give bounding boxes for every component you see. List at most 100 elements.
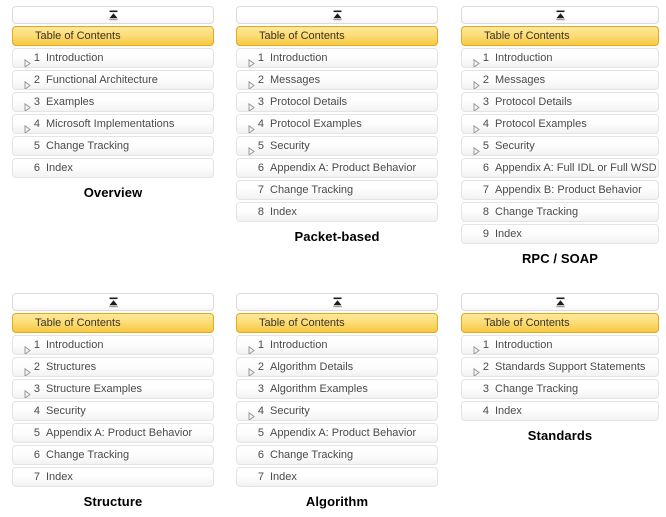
toc-item-row[interactable]: 6 Appendix A: Full IDL or Full WSDL bbox=[461, 158, 659, 178]
toc-item-row[interactable]: 3 Examples bbox=[12, 92, 214, 112]
expand-triangle-icon[interactable] bbox=[19, 77, 31, 89]
toc-item-row[interactable]: 4 Protocol Examples bbox=[236, 114, 438, 134]
toc-item-number: 3 bbox=[257, 383, 264, 395]
toc-item-row[interactable]: 7 Index bbox=[12, 467, 214, 487]
toc-item-row[interactable]: 1 Introduction bbox=[12, 335, 214, 355]
toc-item-row[interactable]: 3 Change Tracking bbox=[461, 379, 659, 399]
toc-title-row[interactable]: Table of Contents bbox=[236, 26, 438, 46]
expand-triangle-icon[interactable] bbox=[243, 121, 255, 133]
expand-triangle-icon[interactable] bbox=[243, 342, 255, 354]
toc-item-label: Structure Examples bbox=[46, 383, 142, 395]
toc-item-row[interactable]: 4 Security bbox=[236, 401, 438, 421]
expand-triangle-icon[interactable] bbox=[19, 386, 31, 398]
toc-item-row[interactable]: 4 Security bbox=[12, 401, 214, 421]
toc-item-label: Introduction bbox=[46, 52, 104, 64]
toc-item-row[interactable]: 2 Algorithm Details bbox=[236, 357, 438, 377]
expand-triangle-icon[interactable] bbox=[468, 99, 480, 111]
toc-item-row[interactable]: 5 Appendix A: Product Behavior bbox=[236, 423, 438, 443]
toc-item-row[interactable]: 9 Index bbox=[461, 224, 659, 244]
collapse-all-icon[interactable] bbox=[107, 297, 120, 308]
toc-item-number: 8 bbox=[257, 206, 264, 218]
collapse-all-icon[interactable] bbox=[331, 10, 344, 21]
toc-item-row[interactable]: 1 Introduction bbox=[236, 48, 438, 68]
expand-triangle-icon[interactable] bbox=[19, 121, 31, 133]
collapse-all-bar[interactable] bbox=[236, 6, 438, 24]
toc-item-row[interactable]: 2 Messages bbox=[461, 70, 659, 90]
toc-item-row[interactable]: 2 Structures bbox=[12, 357, 214, 377]
toc-item-label: Change Tracking bbox=[46, 140, 130, 152]
toc-panel-standards: Table of Contents 1 Introduction 2 Standards… bbox=[461, 293, 659, 443]
expand-triangle-icon[interactable] bbox=[19, 99, 31, 111]
toc-item-row[interactable]: 2 Messages bbox=[236, 70, 438, 90]
toc-item-row[interactable]: 5 Change Tracking bbox=[12, 136, 214, 156]
toc-item-label: Appendix A: Product Behavior bbox=[270, 427, 417, 439]
toc-item-row[interactable]: 2 Functional Architecture bbox=[12, 70, 214, 90]
expand-triangle-icon[interactable] bbox=[243, 408, 255, 420]
expand-triangle-icon[interactable] bbox=[19, 364, 31, 376]
collapse-all-icon[interactable] bbox=[107, 10, 120, 21]
toc-item-row[interactable]: 3 Protocol Details bbox=[461, 92, 659, 112]
toc-item-number: 2 bbox=[257, 74, 264, 86]
expand-triangle-icon[interactable] bbox=[468, 364, 480, 376]
toc-item-row[interactable]: 4 Protocol Examples bbox=[461, 114, 659, 134]
expand-triangle-icon[interactable] bbox=[19, 55, 31, 67]
expand-triangle-icon[interactable] bbox=[468, 77, 480, 89]
expand-triangle-icon[interactable] bbox=[468, 121, 480, 133]
expand-triangle-icon[interactable] bbox=[243, 364, 255, 376]
expand-triangle-icon[interactable] bbox=[468, 342, 480, 354]
toc-item-row[interactable]: 7 Appendix B: Product Behavior bbox=[461, 180, 659, 200]
collapse-all-bar[interactable] bbox=[461, 293, 659, 311]
toc-item-label: Change Tracking bbox=[270, 449, 354, 461]
toc-title-row[interactable]: Table of Contents bbox=[12, 313, 214, 333]
collapse-all-icon[interactable] bbox=[331, 297, 344, 308]
toc-title-row[interactable]: Table of Contents bbox=[236, 313, 438, 333]
toc-panel-overview: Table of Contents 1 Introduction 2 Functiona… bbox=[12, 6, 214, 200]
toc-item-row[interactable]: 4 Microsoft Implementations bbox=[12, 114, 214, 134]
toc-item-label: Introduction bbox=[270, 52, 328, 64]
toc-item-label: Security bbox=[46, 405, 86, 417]
toc-item-row[interactable]: 6 Change Tracking bbox=[12, 445, 214, 465]
expand-triangle-icon[interactable] bbox=[468, 143, 480, 155]
expand-triangle-icon[interactable] bbox=[19, 342, 31, 354]
toc-item-row[interactable]: 1 Introduction bbox=[461, 48, 659, 68]
collapse-all-bar[interactable] bbox=[12, 293, 214, 311]
toc-item-label: Appendix A: Full IDL or Full WSDL bbox=[495, 162, 656, 174]
toc-item-row[interactable]: 5 Appendix A: Product Behavior bbox=[12, 423, 214, 443]
collapse-all-icon[interactable] bbox=[554, 297, 567, 308]
toc-item-row[interactable]: 3 Structure Examples bbox=[12, 379, 214, 399]
expand-triangle-icon[interactable] bbox=[468, 55, 480, 67]
expand-triangle-icon[interactable] bbox=[243, 77, 255, 89]
toc-item-row[interactable]: 6 Change Tracking bbox=[236, 445, 438, 465]
toc-item-row[interactable]: 3 Protocol Details bbox=[236, 92, 438, 112]
toc-item-number: 6 bbox=[257, 162, 264, 174]
toc-item-row[interactable]: 7 Index bbox=[236, 467, 438, 487]
toc-item-row[interactable]: 4 Index bbox=[461, 401, 659, 421]
toc-item-number: 1 bbox=[482, 339, 489, 351]
toc-item-row[interactable]: 2 Standards Support Statements bbox=[461, 357, 659, 377]
toc-title-row[interactable]: Table of Contents bbox=[12, 26, 214, 46]
toc-item-row[interactable]: 1 Introduction bbox=[461, 335, 659, 355]
toc-title-row[interactable]: Table of Contents bbox=[461, 26, 659, 46]
expand-triangle-icon[interactable] bbox=[243, 55, 255, 67]
toc-item-row[interactable]: 3 Algorithm Examples bbox=[236, 379, 438, 399]
toc-item-row[interactable]: 5 Security bbox=[236, 136, 438, 156]
toc-item-label: Protocol Examples bbox=[495, 118, 587, 130]
collapse-all-icon[interactable] bbox=[554, 10, 567, 21]
toc-item-row[interactable]: 1 Introduction bbox=[12, 48, 214, 68]
toc-item-row[interactable]: 6 Appendix A: Product Behavior bbox=[236, 158, 438, 178]
toc-item-row[interactable]: 1 Introduction bbox=[236, 335, 438, 355]
collapse-all-bar[interactable] bbox=[12, 6, 214, 24]
expand-triangle-icon[interactable] bbox=[243, 143, 255, 155]
toc-title-row[interactable]: Table of Contents bbox=[461, 313, 659, 333]
toc-item-row[interactable]: 5 Security bbox=[461, 136, 659, 156]
expand-triangle-icon[interactable] bbox=[243, 99, 255, 111]
toc-item-number: 2 bbox=[482, 74, 489, 86]
panel-caption-overview: Overview bbox=[83, 185, 143, 200]
toc-item-row[interactable]: 8 Change Tracking bbox=[461, 202, 659, 222]
toc-item-label: Security bbox=[270, 405, 310, 417]
toc-item-row[interactable]: 6 Index bbox=[12, 158, 214, 178]
collapse-all-bar[interactable] bbox=[461, 6, 659, 24]
toc-item-row[interactable]: 8 Index bbox=[236, 202, 438, 222]
toc-item-row[interactable]: 7 Change Tracking bbox=[236, 180, 438, 200]
collapse-all-bar[interactable] bbox=[236, 293, 438, 311]
